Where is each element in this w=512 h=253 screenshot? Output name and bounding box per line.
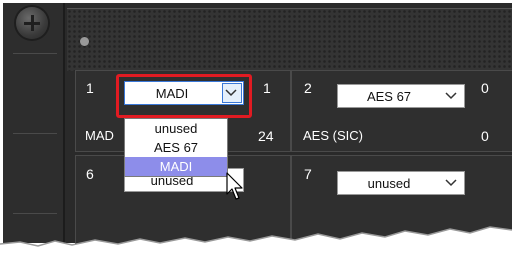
screw-icon — [16, 7, 48, 39]
vent-grille — [67, 8, 512, 71]
slot-1-channel-count: 24 — [258, 128, 274, 144]
slot-2-select[interactable]: AES 67 — [337, 84, 465, 108]
slot-7-number: 7 — [304, 166, 312, 182]
dropdown-option-unused[interactable]: unused — [125, 119, 227, 138]
status-led — [80, 37, 89, 46]
slot-6-number: 6 — [86, 166, 94, 182]
slot-2-count: 0 — [481, 80, 489, 96]
callout-highlight-box — [116, 74, 252, 118]
rail-groove — [13, 213, 57, 214]
device-panel-view: 1 MADI 1 MAD 24 2 AES 67 0 AES (SIC) 0 6… — [0, 0, 512, 253]
chevron-down-icon[interactable] — [443, 174, 461, 192]
rail-groove — [13, 53, 57, 54]
slot-1-dropdown-list[interactable]: unused AES 67 MADI — [124, 118, 228, 177]
slot-2-type-label: AES (SIC) — [303, 128, 363, 143]
mouse-pointer-icon — [226, 172, 243, 200]
slot-1-count: 1 — [263, 80, 271, 96]
slot-2-number: 2 — [304, 80, 312, 96]
left-rail — [3, 3, 65, 243]
slot-1-type-label: MAD — [85, 128, 114, 143]
dropdown-option-madi[interactable]: MADI — [125, 157, 227, 176]
rail-groove — [13, 133, 57, 134]
slot-2-select-value: AES 67 — [366, 89, 412, 104]
torn-edge — [0, 226, 512, 253]
slot-7-select[interactable]: unused — [337, 171, 465, 195]
slot-2-channel-count: 0 — [481, 128, 489, 144]
slot-1-number: 1 — [86, 80, 94, 96]
chevron-down-icon[interactable] — [443, 87, 461, 105]
slot-7-select-value: unused — [367, 176, 411, 191]
dropdown-option-aes67[interactable]: AES 67 — [125, 138, 227, 157]
